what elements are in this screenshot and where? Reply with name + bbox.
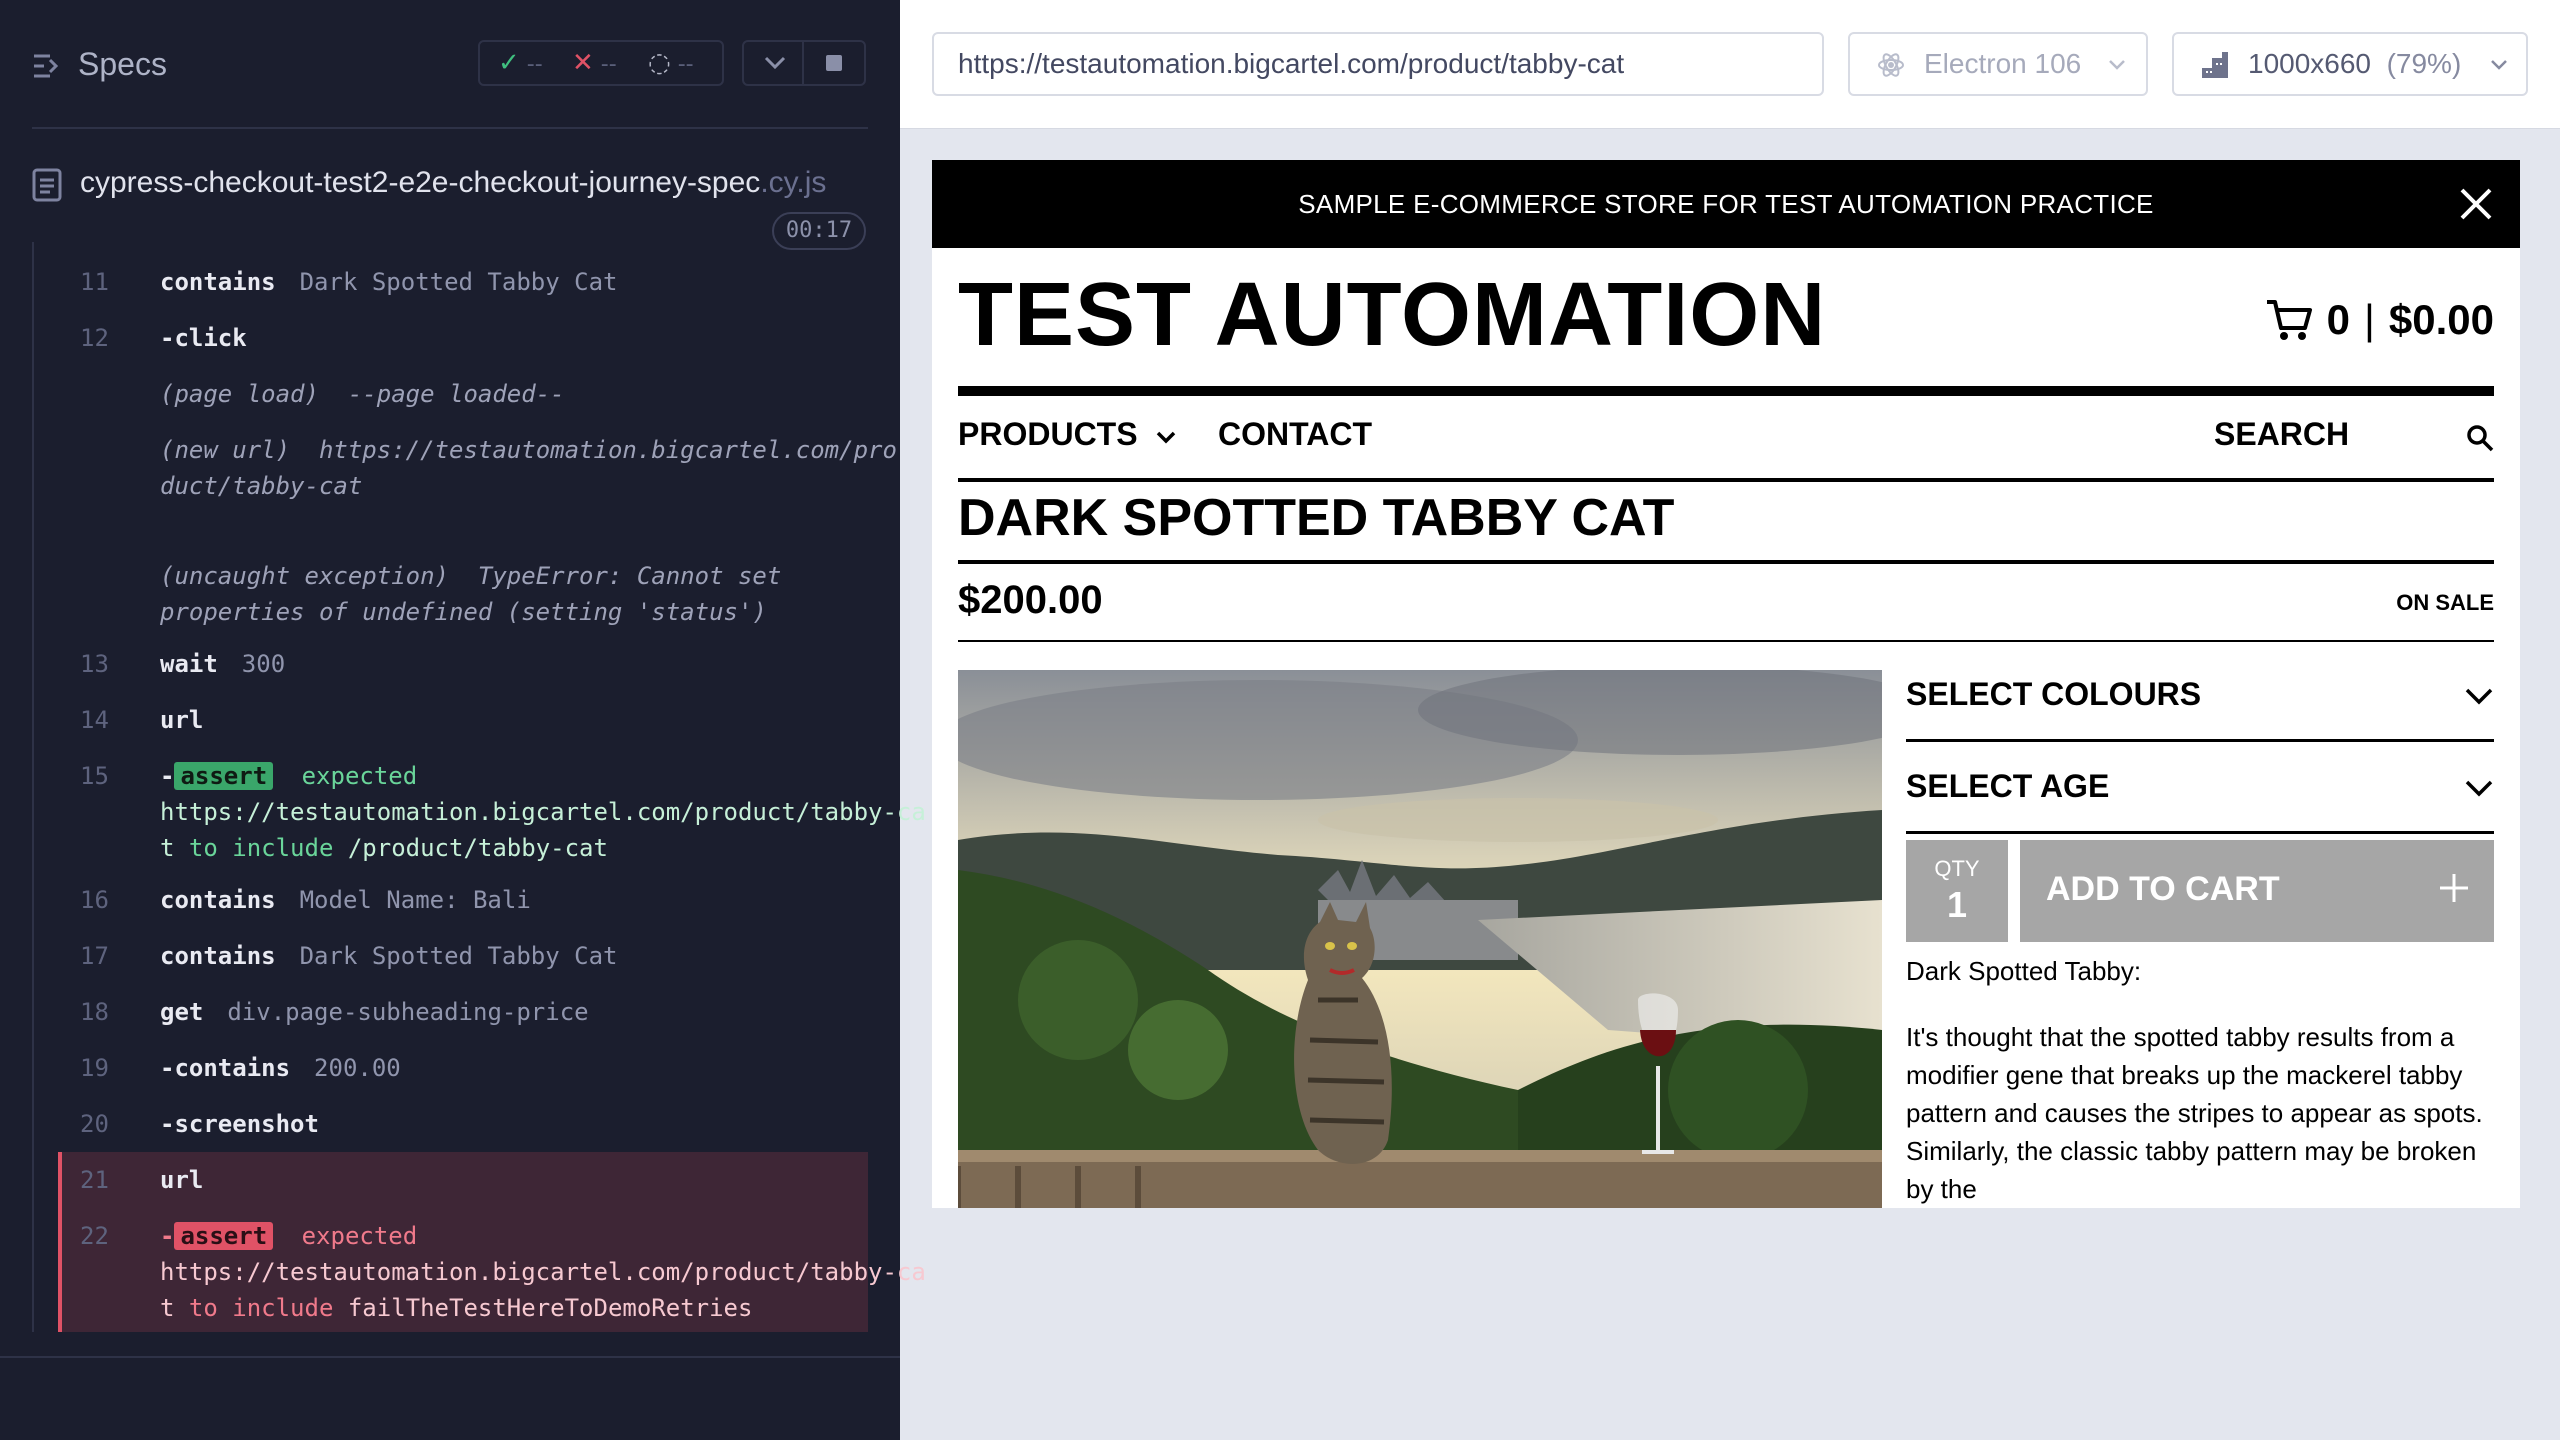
plus-icon [2440, 874, 2468, 902]
description-body: It's thought that the spotted tabby resu… [1906, 1022, 2483, 1204]
specs-list-icon[interactable] [32, 51, 62, 81]
assert-badge: assert [174, 762, 274, 790]
document-icon [32, 168, 62, 202]
quantity-field[interactable]: QTY 1 [1906, 840, 2008, 942]
pending-icon: ◌ [648, 48, 671, 78]
nav-search[interactable]: SEARCH [2214, 416, 2349, 453]
electron-icon [1878, 53, 1904, 77]
cart-total: $0.00 [2388, 296, 2494, 343]
chevron-down-icon [2465, 780, 2493, 797]
url-field[interactable]: https://testautomation.bigcartel.com/pro… [932, 32, 1824, 96]
divider [0, 1356, 900, 1358]
stop-icon [826, 55, 842, 71]
divider [32, 127, 868, 129]
status-badge: ON SALE [2396, 590, 2494, 615]
collapse-button[interactable] [742, 40, 804, 86]
product-price: $200.00 [958, 578, 1103, 622]
chevron-down-icon [2465, 688, 2493, 705]
product-title: DARK SPOTTED TABBY CAT [958, 489, 1675, 547]
chevron-down-icon [2491, 60, 2507, 70]
cypress-runner: Specs ✓ -- ✕ -- ◌ -- cypress-checkout-te… [0, 0, 2560, 1440]
assert-badge: assert [174, 1222, 274, 1250]
command-log-panel: Specs ✓ -- ✕ -- ◌ -- cypress-checkout-te… [0, 0, 926, 1440]
pending-stat: ◌ -- [648, 48, 694, 78]
cart-link[interactable]: 0 | $0.00 [2265, 290, 2494, 350]
test-stats: ✓ -- ✕ -- ◌ -- [478, 40, 724, 86]
select-age[interactable]: SELECT AGE [1906, 746, 2494, 834]
nav-contact[interactable]: CONTACT [1218, 416, 1372, 453]
store-logo[interactable]: TEST AUTOMATION [958, 264, 1826, 367]
specs-title[interactable]: Specs [78, 46, 167, 83]
title-rule [958, 560, 2494, 564]
ruler-icon [2202, 52, 2228, 78]
price-rule [958, 640, 2494, 642]
check-icon: ✓ [498, 48, 520, 78]
aut-header: https://testautomation.bigcartel.com/pro… [900, 0, 2560, 129]
duration-badge: 00:17 [772, 212, 866, 250]
spec-file-name[interactable]: cypress-checkout-test2-e2e-checkout-jour… [80, 166, 826, 200]
chevron-down-icon [2109, 60, 2125, 70]
select-colours[interactable]: SELECT COLOURS [1906, 654, 2494, 742]
close-icon[interactable] [2456, 184, 2496, 224]
product-image[interactable] [958, 670, 1882, 1208]
header-rule [958, 386, 2494, 396]
search-icon[interactable] [2466, 424, 2494, 452]
description-title: Dark Spotted Tabby: [1906, 956, 2142, 986]
app-under-test: SAMPLE E-COMMERCE STORE FOR TEST AUTOMAT… [932, 160, 2520, 1208]
nav-products[interactable]: PRODUCTS [958, 416, 1176, 453]
stop-button[interactable] [802, 40, 866, 86]
passed-stat: ✓ -- [498, 48, 543, 78]
add-to-cart-button[interactable]: ADD TO CART [2020, 840, 2494, 942]
failed-stat: ✕ -- [572, 48, 617, 78]
promo-banner: SAMPLE E-COMMERCE STORE FOR TEST AUTOMAT… [932, 160, 2520, 248]
chevron-down-icon [1157, 431, 1176, 444]
reporter-header: Specs ✓ -- ✕ -- ◌ -- [0, 0, 900, 128]
nav-rule [958, 478, 2494, 482]
browser-selector[interactable]: Electron 106 [1848, 32, 2148, 96]
cross-icon: ✕ [572, 48, 594, 78]
chevron-down-icon [764, 56, 786, 70]
viewport-selector[interactable]: 1000x660 (79%) [2172, 32, 2528, 96]
cart-count: 0 [2326, 296, 2350, 343]
cart-icon [2266, 300, 2312, 340]
